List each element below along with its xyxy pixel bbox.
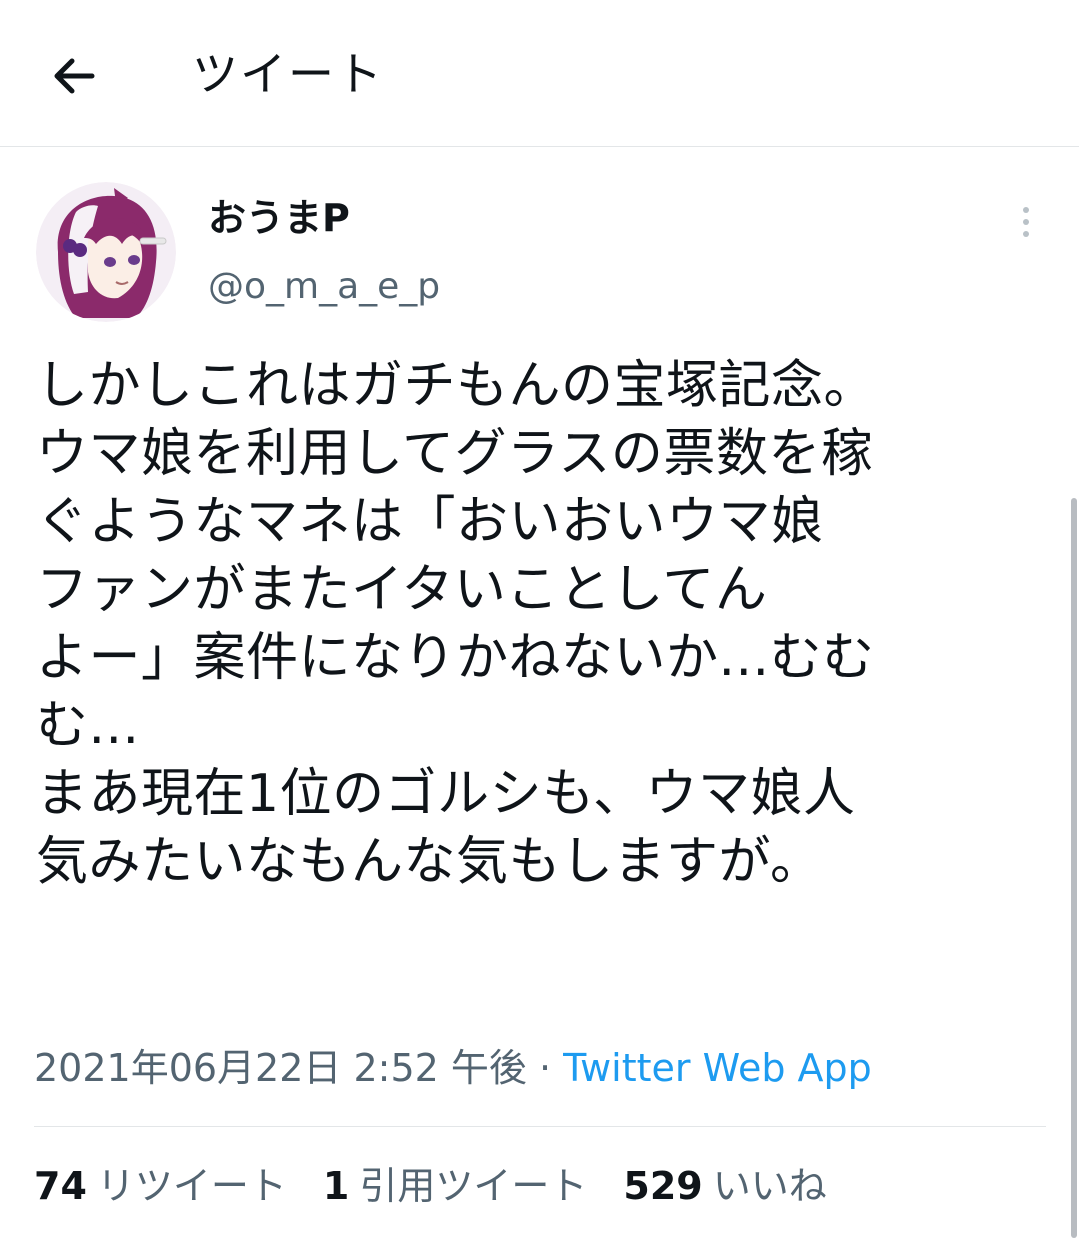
- more-dots-icon-dot: [1023, 231, 1029, 237]
- likes-count: 529: [623, 1164, 703, 1208]
- tweet-text-line: ファンがまたイタいことしてん: [36, 560, 768, 620]
- likes-stat[interactable]: 529 いいね: [623, 1158, 826, 1214]
- more-dots-icon-dot: [1023, 219, 1029, 225]
- tweet-text-line: む...: [36, 696, 140, 756]
- tweet-source-link[interactable]: Twitter Web App: [563, 1046, 872, 1090]
- likes-label: いいね: [712, 1164, 827, 1208]
- meta-separator: ·: [526, 1046, 564, 1090]
- tweet-stats: 74 リツイート 1 引用ツイート 529 いいね: [34, 1158, 827, 1214]
- top-bar: ツイート: [0, 0, 1079, 147]
- retweets-count: 74: [34, 1164, 87, 1208]
- page-title: ツイート: [192, 47, 384, 101]
- tweet-text-line: まあ現在1位のゴルシも、ウマ娘人: [36, 764, 856, 824]
- arrow-left-icon: [54, 58, 95, 94]
- tweet-meta: 2021年06月22日 2:52 午後 · Twitter Web App: [34, 1040, 872, 1096]
- avatar[interactable]: [36, 182, 176, 322]
- more-dots-icon: [1023, 207, 1029, 213]
- retweets-stat[interactable]: 74 リツイート: [34, 1158, 287, 1214]
- quotes-stat[interactable]: 1 引用ツイート: [323, 1158, 587, 1214]
- tweet-text-line: しかしこれはガチもんの宝塚記念。: [36, 356, 877, 416]
- tweet-text-line: ウマ娘を利用してグラスの票数を稼: [36, 424, 874, 484]
- scrollbar[interactable]: [1071, 498, 1077, 1238]
- tweet-text-line: 気みたいなもんな気もしますが。: [36, 832, 823, 892]
- back-button[interactable]: [44, 48, 104, 104]
- quotes-label: 引用ツイート: [359, 1164, 588, 1208]
- display-name[interactable]: おうまP: [208, 192, 350, 244]
- tweet-timestamp[interactable]: 2021年06月22日 2:52 午後: [34, 1046, 527, 1090]
- tweet-text-line: ぐようなマネは「おいおいウマ娘: [36, 492, 824, 552]
- user-handle[interactable]: @o_m_a_e_p: [208, 262, 440, 312]
- retweets-label: リツイート: [96, 1164, 287, 1208]
- tweet-text-line: よー」案件になりかねないか...むむ: [36, 628, 875, 688]
- divider: [34, 1126, 1046, 1127]
- tweet-text: しかしこれはガチもんの宝塚記念。 ウマ娘を利用してグラスの票数を稼 ぐようなマネ…: [36, 352, 1046, 896]
- quotes-count: 1: [322, 1164, 350, 1208]
- more-options-button[interactable]: [1008, 200, 1044, 244]
